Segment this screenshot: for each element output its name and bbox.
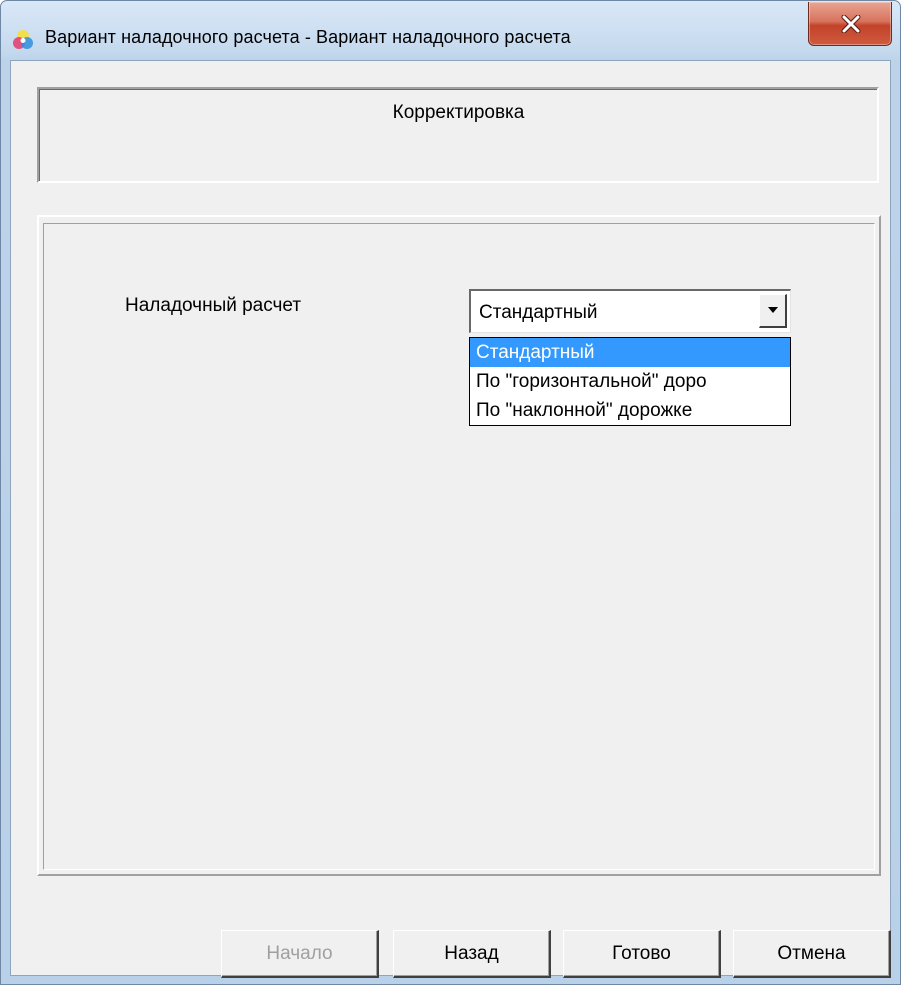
page-title: Корректировка — [392, 102, 525, 123]
close-button[interactable] — [808, 2, 892, 46]
title-bar[interactable]: Вариант наладочного расчета - Вариант на… — [1, 1, 900, 61]
finish-button[interactable]: Готово — [563, 930, 721, 978]
calculation-type-label: Наладочный расчет — [125, 295, 302, 316]
combobox-dropdown-button[interactable] — [759, 294, 787, 328]
chevron-down-icon — [768, 307, 778, 313]
combobox-dropdown-list: Стандартный По "горизонтальной" доро По … — [469, 337, 791, 426]
header-panel: Корректировка — [37, 87, 879, 183]
back-button[interactable]: Назад — [393, 930, 551, 978]
dropdown-option-inclined[interactable]: По "наклонной" дорожке — [470, 396, 790, 425]
dropdown-option-horizontal[interactable]: По "горизонтальной" доро — [470, 367, 790, 396]
combobox-selected-value: Стандартный — [479, 302, 598, 323]
color-wheel-icon — [12, 29, 34, 51]
dialog-window: Вариант наладочного расчета - Вариант на… — [0, 0, 901, 985]
calculation-type-combobox[interactable]: Стандартный — [469, 289, 791, 333]
start-button[interactable]: Начало — [221, 930, 379, 978]
close-icon — [841, 15, 861, 33]
dialog-client-area: Корректировка Наладочный расчет Стандарт… — [10, 60, 891, 978]
window-title: Вариант наладочного расчета - Вариант на… — [45, 27, 571, 47]
header-panel-inner: Корректировка — [39, 89, 877, 181]
cancel-button[interactable]: Отмена — [733, 930, 891, 978]
dropdown-option-standard[interactable]: Стандартный — [470, 338, 790, 367]
